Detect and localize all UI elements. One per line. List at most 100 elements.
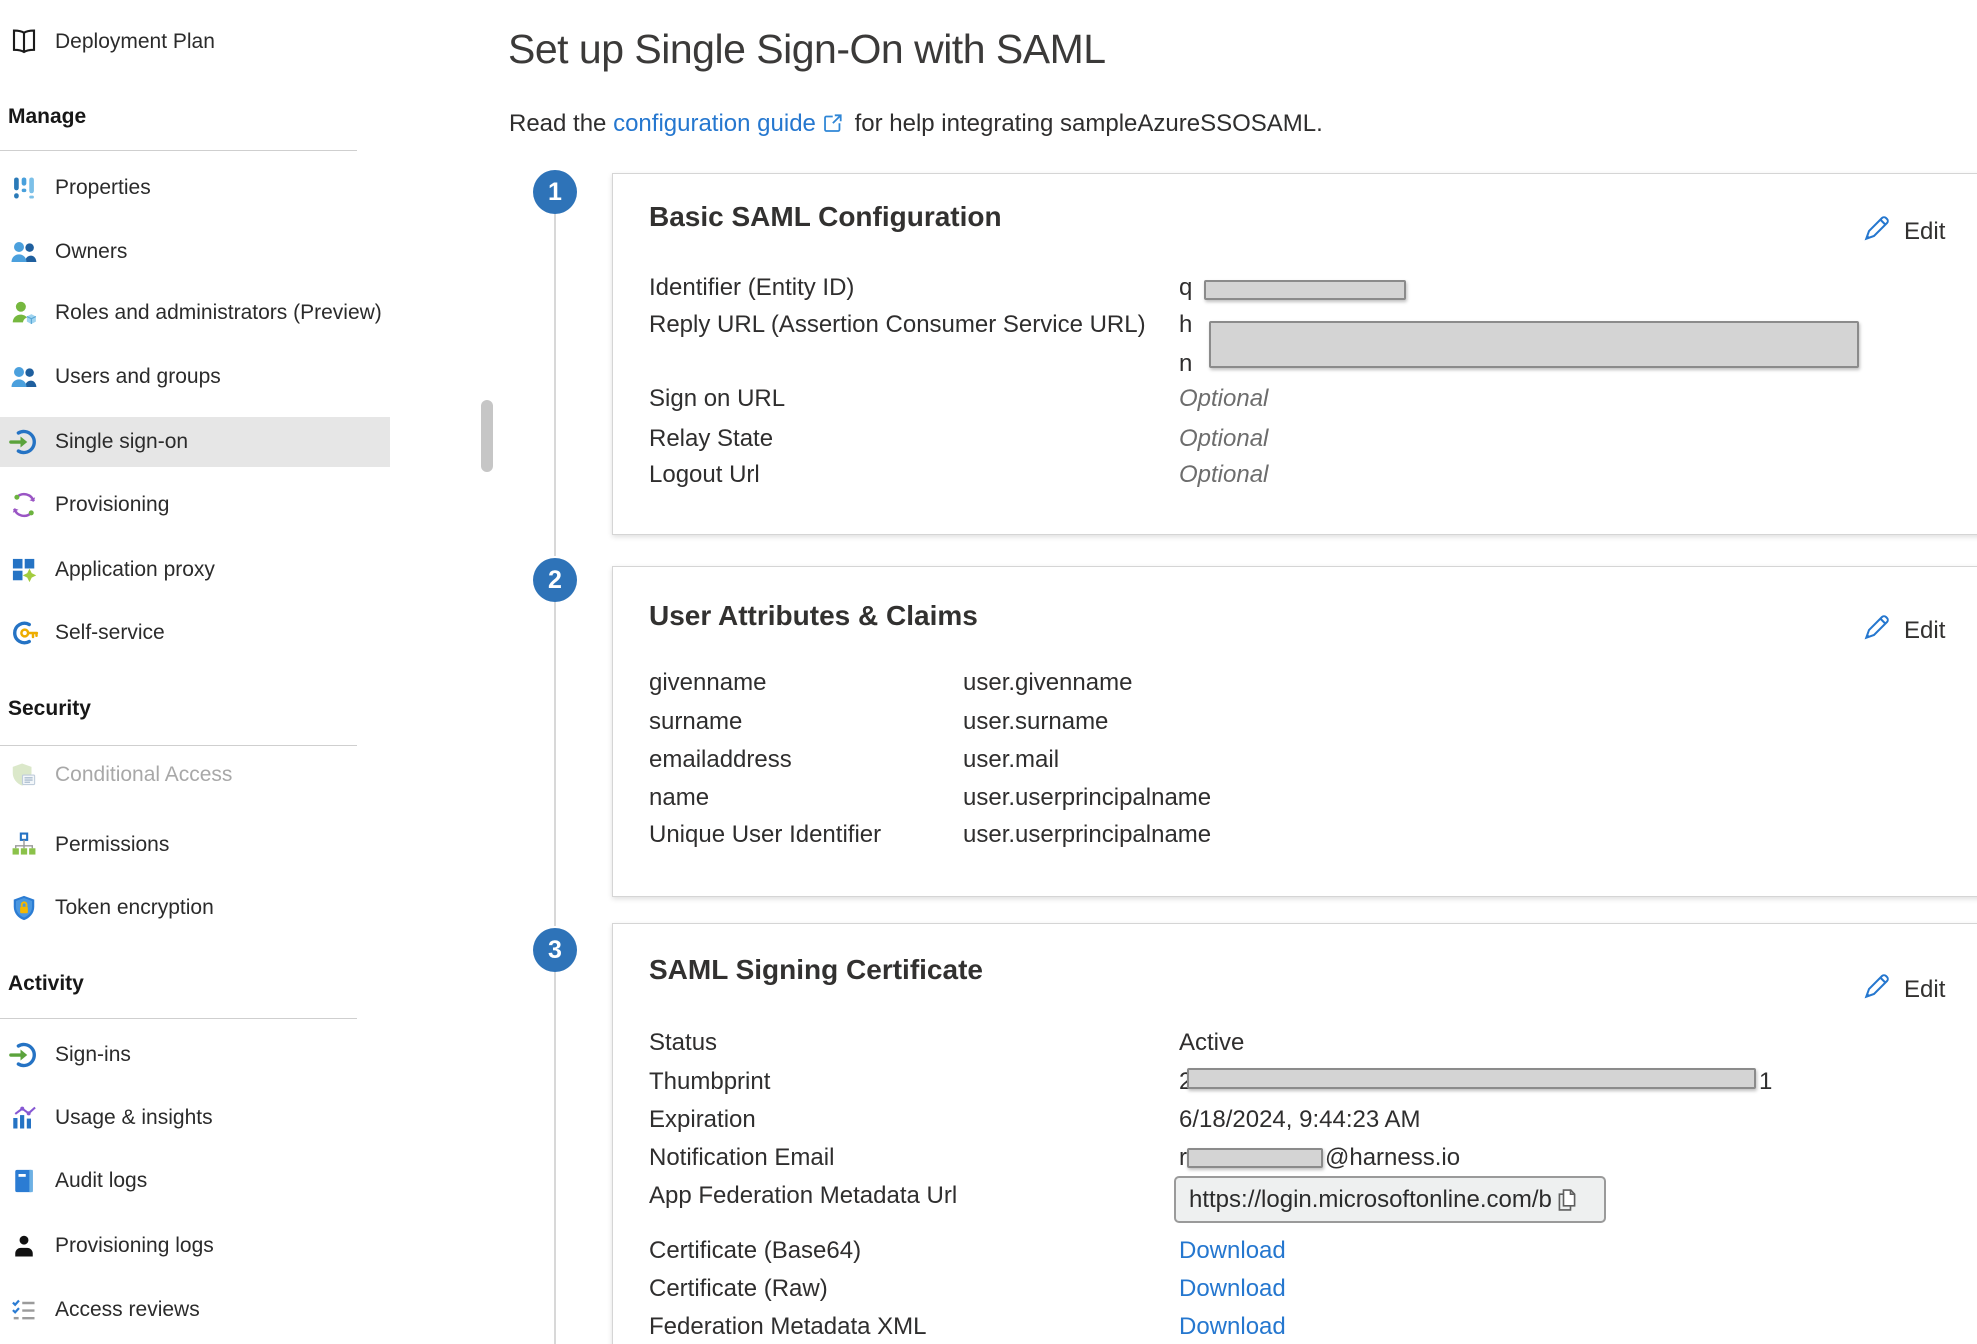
field-label: Status [649,1029,717,1057]
relay-state-value: Optional [1179,425,1268,453]
pencil-icon [1861,972,1891,1007]
redaction-bar [1187,1148,1323,1168]
sidebar-item-label: Provisioning [55,493,169,517]
card-title: SAML Signing Certificate [649,954,983,986]
external-link-icon [822,113,844,140]
reply-url-value-line1: h [1179,311,1192,339]
sidebar-item-label: Sign-ins [55,1043,131,1067]
sidebar-item-users-and-groups[interactable]: Users and groups [0,352,390,402]
step-number-3: 3 [533,928,577,972]
sidebar-section-header-security: Security [8,697,91,721]
roles-administrators-icon [8,297,40,329]
sidebar-item-owners[interactable]: Owners [0,227,390,277]
step-number-1: 1 [533,170,577,214]
sidebar-item-label: Usage & insights [55,1106,213,1130]
app-federation-metadata-url-field[interactable]: https://login.microsoftonline.com/b229b2… [1174,1176,1606,1223]
conditional-access-icon [8,759,40,791]
card-title: User Attributes & Claims [649,600,978,632]
sign-ins-icon [8,1039,40,1071]
sidebar-item-label: Permissions [55,833,169,857]
download-certificate-base64-link[interactable]: Download [1179,1237,1286,1265]
sidebar-item-self-service[interactable]: Self-service [0,608,390,658]
edit-label: Edit [1904,617,1945,645]
user-attributes-claims-card: User Attributes & Claims Edit givenname … [612,566,1977,897]
claim-value: user.userprincipalname [963,821,1211,849]
divider [0,150,357,151]
saml-signing-certificate-card: SAML Signing Certificate Edit Status Act… [612,923,1977,1344]
sidebar-item-usage-insights[interactable]: Usage & insights [0,1093,390,1143]
sidebar-item-label: Self-service [55,621,165,645]
reply-url-value-line2: n [1179,350,1192,378]
sidebar-item-label: Properties [55,176,151,200]
download-federation-metadata-xml-link[interactable]: Download [1179,1313,1286,1341]
field-label: Federation Metadata XML [649,1313,927,1341]
step-connector-line [554,214,556,556]
single-sign-on-icon [8,426,40,458]
sidebar-item-conditional-access[interactable]: Conditional Access [0,750,390,800]
notification-email-suffix: @harness.io [1325,1144,1460,1172]
provisioning-icon [8,489,40,521]
sidebar-item-provisioning[interactable]: Provisioning [0,480,390,530]
subtitle-prefix: Read the [509,110,613,137]
sidebar-item-sign-ins[interactable]: Sign-ins [0,1030,390,1080]
claim-value: user.userprincipalname [963,784,1211,812]
sso-saml-settings-screen: Deployment Plan Manage Properties Owners… [0,0,1977,1344]
edit-basic-saml-button[interactable]: Edit [1861,214,1945,249]
status-value: Active [1179,1029,1244,1057]
edit-signing-certificate-button[interactable]: Edit [1861,972,1945,1007]
redaction-bar [1209,321,1859,368]
sidebar-item-single-sign-on[interactable]: Single sign-on [0,417,390,467]
edit-user-attributes-button[interactable]: Edit [1861,613,1945,648]
sidebar-item-label: Provisioning logs [55,1234,214,1258]
pencil-icon [1861,613,1891,648]
claim-value: user.givenname [963,669,1132,697]
sidebar-item-roles-administrators[interactable]: Roles and administrators (Preview) [0,288,390,338]
step-connector-line [554,972,556,1344]
card-title: Basic SAML Configuration [649,201,1002,233]
edit-label: Edit [1904,976,1945,1004]
configuration-guide-link[interactable]: configuration guide [613,110,816,137]
thumbprint-value-suffix: 1 [1759,1068,1772,1096]
claim-label: name [649,784,709,812]
sidebar-item-audit-logs[interactable]: Audit logs [0,1156,390,1206]
claim-label: Unique User Identifier [649,821,881,849]
sidebar-item-permissions[interactable]: Permissions [0,820,390,870]
claim-label: surname [649,708,742,736]
provisioning-logs-icon [8,1230,40,1262]
permissions-icon [8,829,40,861]
download-certificate-raw-link[interactable]: Download [1179,1275,1286,1303]
access-reviews-icon [8,1294,40,1326]
field-label: Identifier (Entity ID) [649,274,854,302]
page-title: Set up Single Sign-On with SAML [508,26,1106,73]
claim-label: emailaddress [649,746,792,774]
sidebar-item-application-proxy[interactable]: Application proxy [0,545,390,595]
sidebar-item-deployment-plan[interactable]: Deployment Plan [0,17,390,67]
sidebar-section-header-manage: Manage [8,105,86,129]
expiration-value: 6/18/2024, 9:44:23 AM [1179,1106,1421,1134]
sidebar-section-header-activity: Activity [8,972,84,996]
sidebar: Deployment Plan Manage Properties Owners… [0,0,420,1344]
sidebar-item-label: Roles and administrators (Preview) [55,301,382,325]
sidebar-item-properties[interactable]: Properties [0,163,390,213]
usage-insights-icon [8,1102,40,1134]
self-service-icon [8,617,40,649]
properties-icon [8,172,40,204]
redaction-bar [1204,280,1406,300]
field-label: Reply URL (Assertion Consumer Service UR… [649,311,1146,339]
logout-url-value: Optional [1179,461,1268,489]
pencil-icon [1861,214,1891,249]
book-icon [8,26,40,58]
step-number-2: 2 [533,558,577,602]
notification-email-prefix: r [1179,1144,1187,1172]
sidebar-scrollbar-thumb[interactable] [481,400,493,472]
sidebar-item-label: Application proxy [55,558,215,582]
subtitle-suffix: for help integrating sampleAzureSSOSAML. [848,110,1323,137]
claim-value: user.mail [963,746,1059,774]
sidebar-item-access-reviews[interactable]: Access reviews [0,1285,390,1335]
copy-icon[interactable] [1553,1186,1581,1214]
claim-label: givenname [649,669,766,697]
basic-saml-configuration-card: Basic SAML Configuration Edit Identifier… [612,173,1977,535]
divider [0,1018,357,1019]
sidebar-item-provisioning-logs[interactable]: Provisioning logs [0,1221,390,1271]
sidebar-item-token-encryption[interactable]: Token encryption [0,883,390,933]
